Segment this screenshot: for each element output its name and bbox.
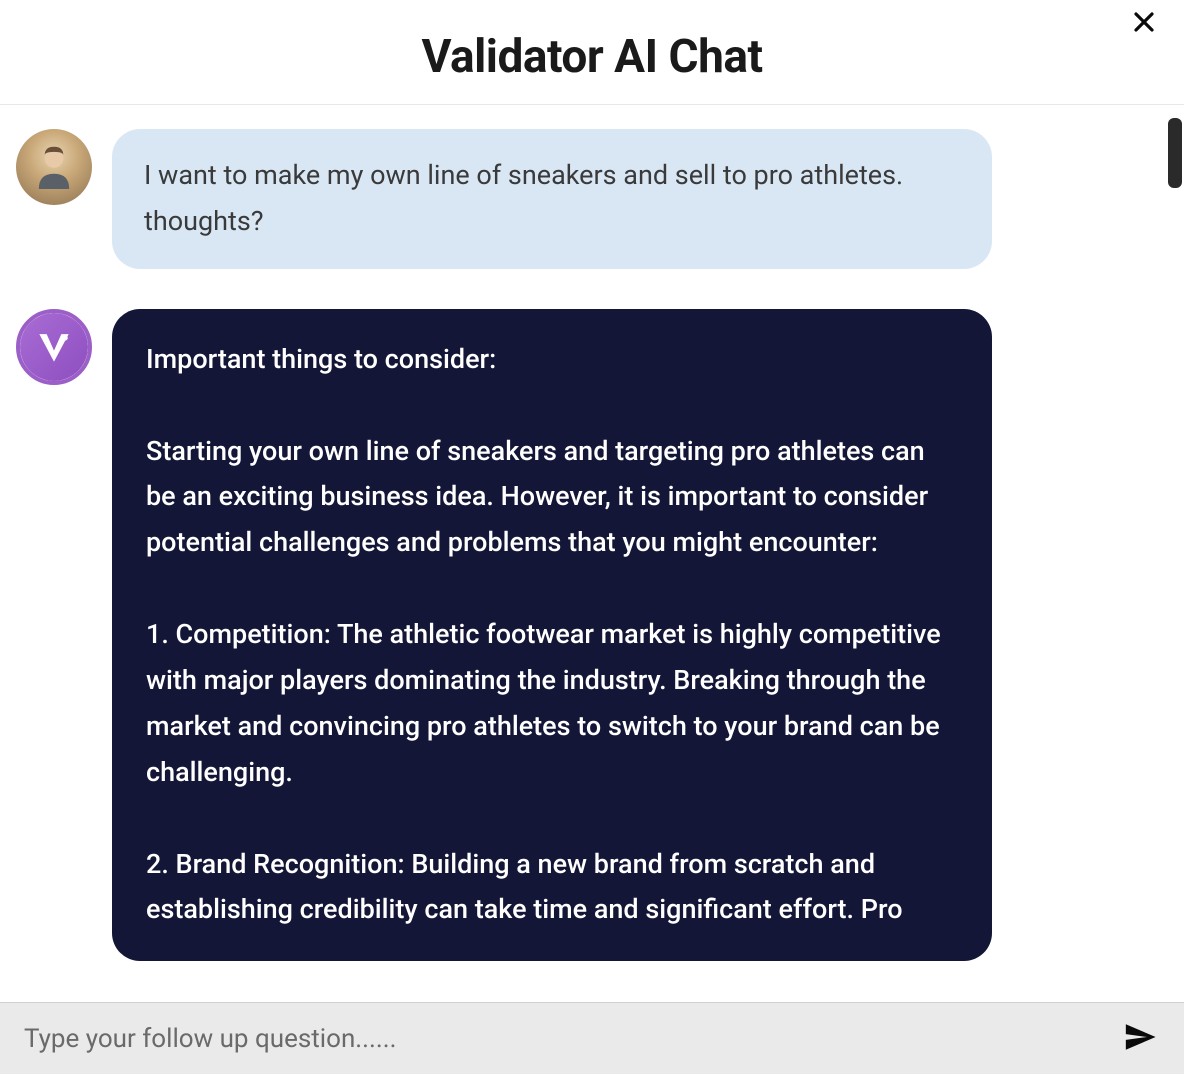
message-input[interactable] xyxy=(24,1024,1120,1054)
chat-messages: I want to make my own line of sneakers a… xyxy=(0,105,1184,975)
message-row-user: I want to make my own line of sneakers a… xyxy=(16,129,1168,269)
bot-message-bubble: Important things to consider: Starting y… xyxy=(112,309,992,962)
close-button[interactable] xyxy=(1128,8,1160,40)
user-avatar-image xyxy=(16,129,92,205)
paper-plane-icon xyxy=(1123,1020,1157,1058)
input-bar xyxy=(0,1002,1184,1074)
chat-header: Validator AI Chat xyxy=(0,0,1184,105)
validator-logo-icon xyxy=(20,313,88,381)
user-message-bubble: I want to make my own line of sneakers a… xyxy=(112,129,992,269)
page-title: Validator AI Chat xyxy=(0,30,1184,84)
bot-avatar xyxy=(16,309,92,385)
user-avatar xyxy=(16,129,92,205)
close-icon xyxy=(1132,7,1156,42)
send-button[interactable] xyxy=(1120,1019,1160,1059)
message-row-bot: Important things to consider: Starting y… xyxy=(16,309,1168,962)
